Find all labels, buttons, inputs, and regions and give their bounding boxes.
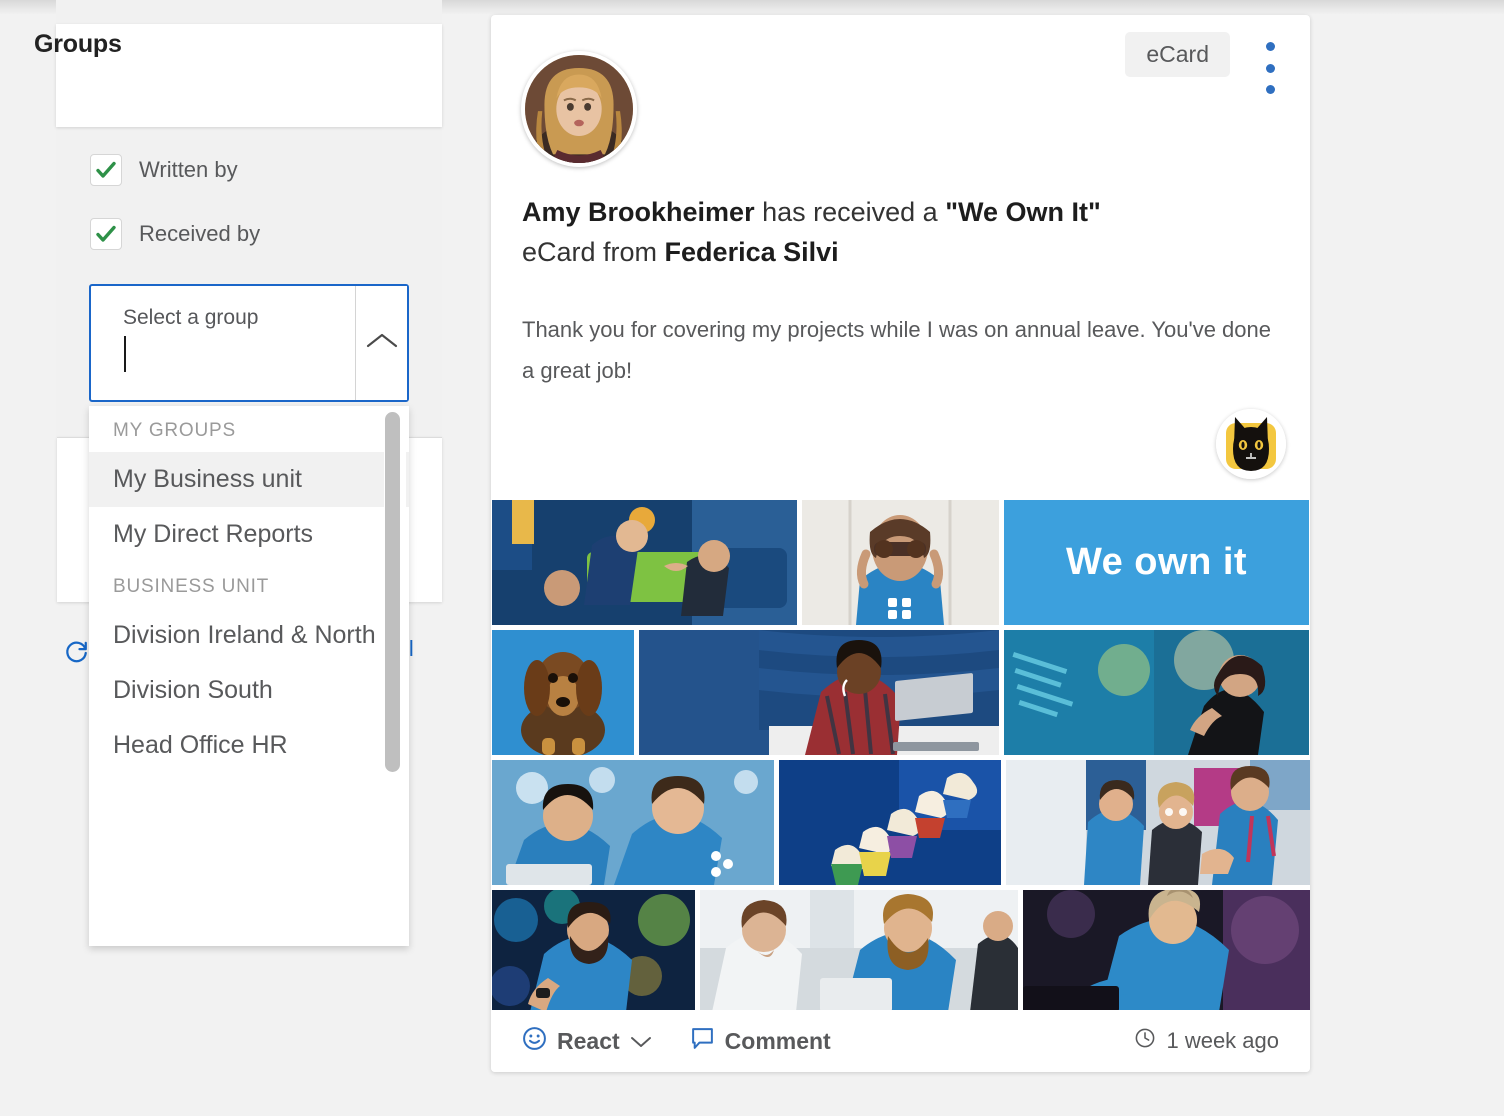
post-title-mid2: eCard from: [522, 236, 665, 267]
page-title: Groups: [34, 30, 122, 58]
group-select-input-area[interactable]: Select a group: [91, 286, 355, 400]
checkbox-written-by[interactable]: [90, 154, 122, 186]
post-message: Thank you for covering my projects while…: [522, 317, 1271, 383]
post-timestamp: 1 week ago: [1134, 1027, 1279, 1055]
react-label: React: [557, 1027, 620, 1054]
collage-row: [492, 890, 1310, 1012]
ecard-image-collage: We own it: [491, 500, 1310, 1025]
dropdown-item-my-business-unit[interactable]: My Business unit: [89, 452, 409, 507]
group-select-placeholder: Select a group: [123, 306, 259, 329]
post-header: eCard: [491, 15, 1310, 190]
post-recipient-name: Amy Brookheimer: [522, 197, 755, 227]
collage-tile-banner: We own it: [1004, 500, 1309, 625]
collage-tile-speaker: [1004, 630, 1309, 755]
dropdown-scrollbar[interactable]: [384, 406, 406, 946]
collage-tile-cupcakes: [779, 760, 1001, 885]
collage-tile-two-people-table: [700, 890, 1018, 1012]
timestamp-label: 1 week ago: [1166, 1028, 1279, 1053]
react-button[interactable]: React: [522, 1026, 652, 1057]
collage-row: We own it: [492, 500, 1309, 625]
clock-icon: [1134, 1027, 1156, 1055]
dropdown-section-header-business-unit: BUSINESS UNIT: [89, 562, 409, 608]
dropdown-item-division-ireland-north[interactable]: Division Ireland & North: [89, 608, 409, 663]
dropdown-scroll-area: MY GROUPS My Business unit My Direct Rep…: [89, 406, 409, 946]
collage-row: [492, 630, 1309, 755]
collage-row: [492, 760, 1310, 885]
chevron-down-icon: [630, 1028, 652, 1055]
dropdown-item-head-office-hr[interactable]: Head Office HR: [89, 718, 409, 773]
group-select-combobox[interactable]: Select a group: [89, 284, 409, 402]
collage-tile-bearded-man-lights: [492, 890, 695, 1012]
app-root: Groups Written by Received by il Select …: [0, 0, 1504, 1116]
checkbox-row-received-by[interactable]: Received by: [90, 218, 260, 250]
post-sender-name: Federica Silvi: [664, 236, 839, 267]
avatar[interactable]: [521, 51, 637, 167]
collage-tile-sunglasses: [802, 500, 999, 625]
checkbox-received-by[interactable]: [90, 218, 122, 250]
collage-tile-woman-working: [1023, 890, 1310, 1012]
group-select-dropdown[interactable]: MY GROUPS My Business unit My Direct Rep…: [89, 406, 409, 946]
dropdown-scrollbar-thumb[interactable]: [385, 412, 400, 772]
refresh-icon[interactable]: [62, 636, 92, 666]
group-select-toggle[interactable]: [355, 286, 407, 400]
collage-tile-two-men-laptop: [492, 760, 774, 885]
checkbox-label-written-by: Written by: [139, 157, 238, 182]
ecard-post: eCard Amy Brookheimer has received a "We…: [491, 15, 1310, 1072]
text-caret: [124, 336, 126, 372]
checkbox-label-received-by: Received by: [139, 221, 261, 246]
checkbox-row-written-by[interactable]: Written by: [90, 154, 238, 186]
chevron-up-icon: [365, 331, 399, 356]
collage-tile-dog: [492, 630, 634, 755]
post-type-badge: eCard: [1125, 32, 1230, 77]
dropdown-item-division-south[interactable]: Division South: [89, 663, 409, 718]
collage-banner-text: We own it: [1065, 541, 1248, 583]
collage-tile-laptop-woman: [639, 630, 999, 755]
smiley-icon: [522, 1026, 547, 1057]
post-footer: React Comment 1 week ago: [491, 1010, 1310, 1072]
comment-label: Comment: [724, 1027, 831, 1054]
kebab-menu-icon[interactable]: [1265, 42, 1275, 94]
post-card-name: "We Own It": [945, 197, 1101, 227]
speech-bubble-icon: [690, 1026, 715, 1057]
comment-button[interactable]: Comment: [690, 1026, 831, 1057]
dropdown-section-header-my-groups: MY GROUPS: [89, 406, 409, 452]
post-title: Amy Brookheimer has received a "We Own I…: [522, 193, 1282, 273]
collage-tile-fistbump: [492, 500, 797, 625]
dropdown-item-my-direct-reports[interactable]: My Direct Reports: [89, 507, 409, 562]
post-title-mid1: has received a: [754, 197, 946, 227]
black-cat-icon: [1216, 409, 1286, 479]
collage-tile-conference: [1006, 760, 1310, 885]
